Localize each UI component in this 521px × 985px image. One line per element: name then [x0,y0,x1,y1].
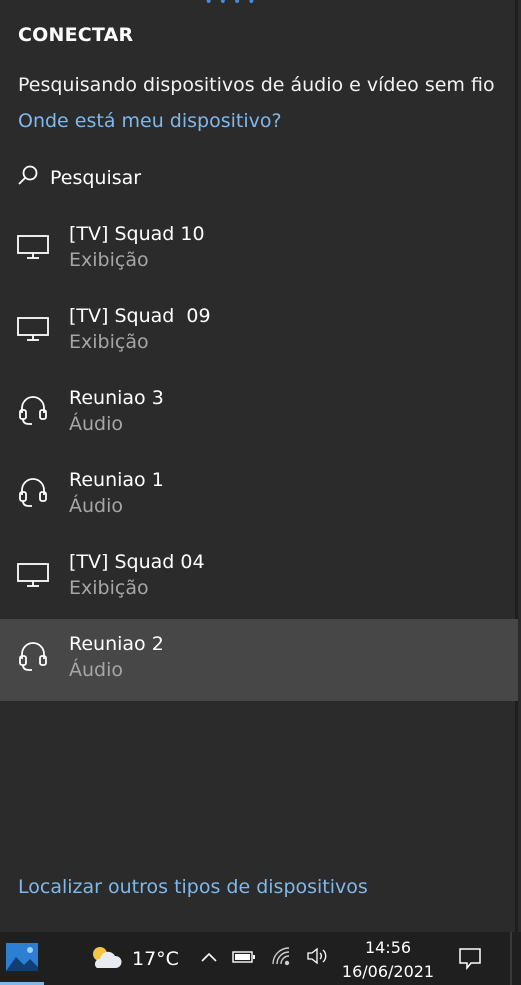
device-item[interactable]: [TV] Squad 09 Exibição [0,291,518,373]
device-item-selected[interactable]: Reuniao 2 Áudio [0,619,518,701]
loading-dot: • [204,0,213,10]
connect-panel: • • • • CONECTAR Pesquisando dispositivo… [0,0,518,932]
loading-dots-indicator: • • • • [190,0,270,10]
clock-date: 16/06/2021 [341,962,435,981]
device-item[interactable]: Reuniao 3 Áudio [0,373,518,455]
taskbar: 17°C 14:56 16/06/2021 [0,932,521,985]
clock-time: 14:56 [364,938,412,957]
search-label: Pesquisar [50,167,142,189]
device-type: Áudio [69,413,124,435]
device-item[interactable]: Reuniao 1 Áudio [0,455,518,537]
device-name: Reuniao 2 [69,633,164,655]
device-type: Exibição [69,577,149,599]
device-type: Exibição [69,331,149,353]
volume-icon[interactable] [306,947,328,969]
battery-icon[interactable] [232,949,256,968]
system-tray [200,946,328,970]
device-item[interactable]: [TV] Squad 10 Exibição [0,209,518,291]
notification-center-button[interactable] [456,944,484,972]
monitor-icon [16,557,50,591]
clock[interactable]: 14:56 16/06/2021 [336,936,440,984]
show-desktop-divider[interactable] [510,932,512,985]
chevron-up-icon[interactable] [200,949,218,968]
panel-title: CONECTAR [18,24,134,46]
where-is-my-device-link[interactable]: Onde está meu dispositivo? [18,110,282,132]
wifi-icon[interactable] [270,946,292,970]
headset-icon [16,639,50,673]
search-icon [16,164,40,193]
notification-icon [456,948,484,976]
device-item[interactable]: [TV] Squad 04 Exibição [0,537,518,619]
photos-app-button[interactable] [0,932,44,985]
headset-icon [16,475,50,509]
loading-dot: • [247,0,256,10]
device-list: [TV] Squad 10 Exibição [TV] Squad 09 Exi… [0,209,518,701]
monitor-icon [16,311,50,345]
device-name: Reuniao 3 [69,387,164,409]
search-button[interactable]: Pesquisar [16,160,316,196]
partly-cloudy-icon [88,944,122,975]
loading-dot: • [218,0,227,10]
weather-widget[interactable]: 17°C [88,942,179,976]
headset-icon [16,393,50,427]
loading-dot: • [233,0,242,10]
device-name: Reuniao 1 [69,469,164,491]
device-type: Áudio [69,495,124,517]
photos-icon [6,942,38,975]
find-other-devices-link[interactable]: Localizar outros tipos de dispositivos [18,876,368,898]
device-type: Áudio [69,659,124,681]
device-name: [TV] Squad 09 [69,305,211,327]
temperature-text: 17°C [132,948,179,970]
device-name: [TV] Squad 10 [69,223,205,245]
search-status-text: Pesquisando dispositivos de áudio e víde… [18,74,495,96]
device-name: [TV] Squad 04 [69,551,205,573]
device-type: Exibição [69,249,149,271]
monitor-icon [16,229,50,263]
